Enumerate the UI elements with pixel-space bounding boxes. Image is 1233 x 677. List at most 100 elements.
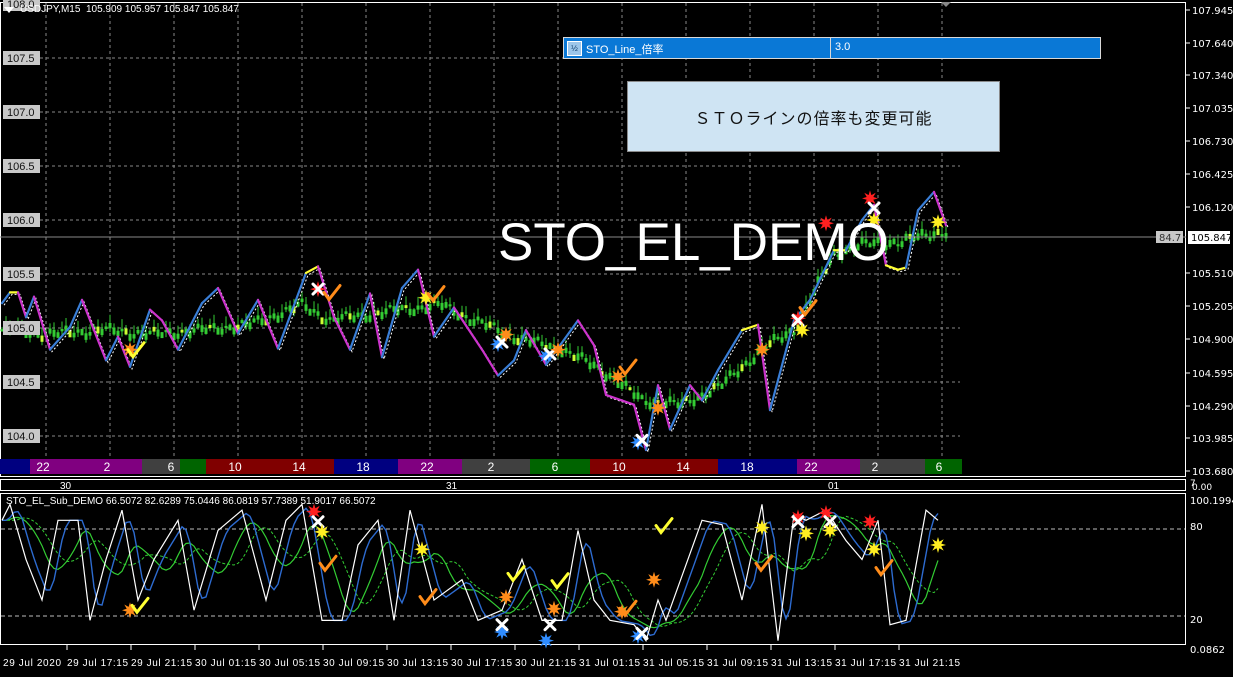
candle-body (124, 328, 128, 335)
date-label: 31 (446, 481, 458, 492)
candle-body (588, 362, 592, 370)
price-line-segment (400, 268, 420, 290)
candle-body (620, 382, 624, 390)
candle-body (200, 325, 204, 332)
left-price-label: 105.5 (7, 269, 35, 281)
candle-body (356, 312, 360, 317)
signal-x-icon (543, 618, 557, 632)
candle-body (384, 308, 388, 315)
session-hour-label: 6 (936, 460, 943, 474)
candle-body (440, 302, 444, 310)
candle-body (56, 332, 60, 338)
parameter-row[interactable]: ½ STO_Line_倍率 3.0 (563, 37, 1101, 59)
time-label: 30 Jul 01:15 (195, 658, 256, 669)
candle-body (900, 241, 904, 248)
price-line-segment (756, 323, 772, 412)
price-line-segment (236, 298, 260, 335)
candle-body (584, 358, 588, 362)
signal-star-icon (866, 541, 882, 558)
candle-body (176, 333, 180, 339)
candle-body (632, 392, 636, 399)
candle-body (308, 309, 312, 316)
candle-body (640, 395, 644, 400)
candle-body (896, 244, 900, 247)
candle-body (348, 313, 352, 320)
parameter-name: STO_Line_倍率 (586, 44, 664, 56)
candle-body (228, 324, 232, 331)
candle-body (668, 396, 672, 403)
price-line-segment (496, 359, 516, 377)
time-label: 31 Jul 21:15 (899, 658, 960, 669)
session-hour-label: 14 (292, 460, 306, 474)
candle-body (324, 318, 328, 325)
candle-body (224, 325, 228, 328)
current-marker-label: 84.7 (1159, 233, 1181, 244)
candle-body (540, 341, 544, 347)
sub-main-line (1, 502, 939, 642)
price-line-segment (148, 308, 164, 322)
candle-body (404, 305, 408, 309)
candle-body (108, 322, 112, 329)
candle-body (416, 305, 420, 310)
right-price-label: 104.900 (1192, 335, 1233, 346)
time-label: 29 Jul 2020 (3, 658, 61, 669)
time-label: 30 Jul 09:15 (323, 658, 384, 669)
right-price-label: 106.120 (1192, 203, 1233, 214)
candle-body (492, 322, 496, 326)
session-hour-label: 22 (420, 460, 434, 474)
candle-body (444, 302, 448, 308)
time-label: 31 Jul 17:15 (835, 658, 896, 669)
candle-body (468, 319, 472, 327)
time-label: 31 Jul 13:15 (771, 658, 832, 669)
price-line-segment (368, 292, 384, 359)
sub-slow-line (2, 514, 939, 629)
session-hour-label: 10 (612, 460, 626, 474)
price-line-segment (480, 348, 500, 377)
price-line-segment (604, 393, 636, 406)
session-hour-label: 22 (804, 460, 818, 474)
candle-body (400, 305, 404, 311)
candle-body (152, 326, 156, 332)
session-hour-label: 22 (36, 460, 50, 474)
candle-body (316, 311, 320, 316)
candle-body (792, 332, 796, 335)
separator-label: 0.00 (1192, 483, 1212, 493)
candle-body (436, 301, 440, 307)
sub-axis-label: 80 (1190, 522, 1203, 533)
candle-body (156, 329, 160, 337)
price-line-segment (668, 384, 692, 431)
candle-body (768, 340, 772, 348)
candle-body (344, 311, 348, 314)
time-label: 31 Jul 01:15 (579, 658, 640, 669)
date-label: 30 (60, 481, 72, 492)
candle-body (420, 305, 424, 310)
price-line-segment (16, 291, 28, 319)
right-price-label: 104.290 (1192, 402, 1233, 413)
candle-body (908, 233, 912, 239)
chart-canvas[interactable]: 22 2 6 10 14 18 22 2 6 10 14 18 22 2 6 108.0107.5107.0… (0, 0, 1233, 677)
candle-body (100, 328, 104, 336)
candle-body (376, 310, 380, 316)
candle-body (240, 320, 244, 324)
candle-body (464, 315, 468, 319)
chart-frame (0, 2, 1186, 645)
candle-body (76, 329, 80, 333)
candle-body (608, 372, 612, 379)
candle-body (364, 315, 368, 323)
signal-star-icon (498, 589, 514, 606)
candle-body (644, 401, 648, 406)
candle-body (748, 362, 752, 366)
candle-body (144, 333, 148, 340)
sub-axis-label: 100.1994 (1190, 496, 1233, 507)
session-hour-label: 14 (676, 460, 690, 474)
time-label: 30 Jul 13:15 (387, 658, 448, 669)
price-line-segment (304, 265, 320, 275)
time-label: 30 Jul 21:15 (515, 658, 576, 669)
candle-body (724, 376, 728, 384)
candle-body (472, 319, 476, 326)
parameter-value[interactable]: 3.0 (835, 41, 850, 53)
candle-body (96, 326, 100, 334)
price-line-segment (0, 291, 12, 305)
candle-body (60, 329, 64, 332)
date-label: 01 (828, 481, 840, 492)
